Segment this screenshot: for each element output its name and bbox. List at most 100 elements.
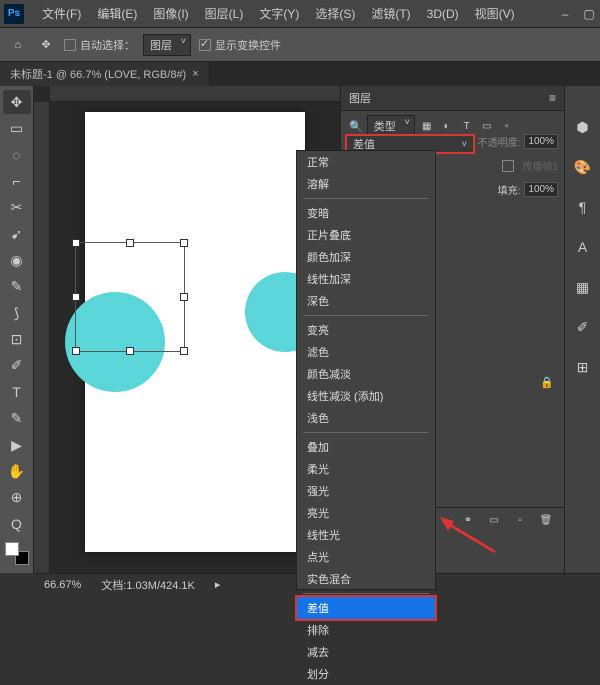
tool-pen[interactable]: ✐ bbox=[3, 354, 31, 378]
blend-item[interactable]: 柔光 bbox=[297, 458, 435, 480]
opacity-label: 不透明度: bbox=[478, 134, 521, 149]
blend-item[interactable]: 叠加 bbox=[297, 436, 435, 458]
blend-item[interactable]: 实色混合 bbox=[297, 568, 435, 590]
menu-file[interactable]: 文件(F) bbox=[34, 5, 89, 22]
menu-filter[interactable]: 滤镜(T) bbox=[363, 5, 418, 22]
menu-edit[interactable]: 编辑(E) bbox=[89, 5, 145, 22]
delete-layer-icon[interactable]: 🗑 bbox=[538, 513, 554, 529]
menu-3d[interactable]: 3D(D) bbox=[419, 7, 467, 21]
strip-paragraph-icon[interactable]: ¶ bbox=[569, 196, 597, 218]
blend-item[interactable]: 正常 bbox=[297, 151, 435, 173]
handle-top-left[interactable] bbox=[72, 239, 80, 247]
blend-item[interactable]: 变暗 bbox=[297, 202, 435, 224]
blend-item[interactable]: 滤色 bbox=[297, 341, 435, 363]
auto-select-checkbox[interactable] bbox=[64, 39, 76, 51]
handle-bottom-right[interactable] bbox=[180, 347, 188, 355]
blend-item[interactable]: 深色 bbox=[297, 290, 435, 312]
move-tool-icon[interactable]: ✥ bbox=[36, 35, 56, 55]
strip-brush-icon[interactable]: ✐ bbox=[569, 316, 597, 338]
filter-smart-icon[interactable]: ▫ bbox=[499, 118, 515, 134]
menu-view[interactable]: 视图(V) bbox=[467, 5, 523, 22]
tool-move[interactable]: ✥ bbox=[3, 90, 31, 114]
tool-marquee[interactable]: ▭ bbox=[3, 116, 31, 140]
propagate-checkbox[interactable] bbox=[502, 160, 514, 172]
tool-brush[interactable]: ✎ bbox=[3, 275, 31, 299]
tool-quickmask[interactable]: Q bbox=[3, 512, 31, 536]
document-tabs: 未标题-1 @ 66.7% (LOVE, RGB/8#) × bbox=[0, 62, 600, 86]
blend-item[interactable]: 颜色减淡 bbox=[297, 363, 435, 385]
fill-value[interactable]: 100% bbox=[524, 182, 558, 197]
auto-select-target[interactable]: 图层 bbox=[143, 34, 191, 56]
show-transform-checkbox[interactable] bbox=[199, 39, 211, 51]
menu-layer[interactable]: 图层(L) bbox=[197, 5, 252, 22]
maximize-button[interactable]: ▢ bbox=[582, 7, 596, 21]
handle-middle-left[interactable] bbox=[72, 293, 80, 301]
color-swatches[interactable] bbox=[5, 542, 29, 565]
foreground-color[interactable] bbox=[5, 542, 19, 556]
filter-shape-icon[interactable]: ▭ bbox=[479, 118, 495, 134]
tool-path[interactable]: ✎ bbox=[3, 407, 31, 431]
transform-bounding-box[interactable] bbox=[75, 242, 185, 352]
tool-crop[interactable]: ⌐ bbox=[3, 169, 31, 193]
strip-grid-icon[interactable]: ▦ bbox=[569, 276, 597, 298]
menu-image[interactable]: 图像(I) bbox=[145, 5, 196, 22]
propagate-control: 传播帧1 bbox=[502, 158, 558, 173]
status-chevron-icon[interactable]: ▸ bbox=[215, 578, 221, 591]
tool-healing[interactable]: ◉ bbox=[3, 248, 31, 272]
strip-character-icon[interactable]: A bbox=[569, 236, 597, 258]
tool-gradient[interactable]: ⊡ bbox=[3, 327, 31, 351]
strip-color-icon[interactable]: 🎨 bbox=[569, 156, 597, 178]
blend-item[interactable]: 溶解 bbox=[297, 173, 435, 195]
filter-adjust-icon[interactable]: ◐ bbox=[439, 118, 455, 134]
layers-panel-header[interactable]: 图层 ≡ bbox=[341, 86, 564, 111]
opacity-value[interactable]: 100% bbox=[524, 134, 558, 149]
handle-middle-right[interactable] bbox=[180, 293, 188, 301]
filter-text-icon[interactable]: T bbox=[459, 118, 475, 134]
blend-item[interactable]: 线性减淡 (添加) bbox=[297, 385, 435, 407]
blend-item[interactable]: 线性加深 bbox=[297, 268, 435, 290]
tool-zoom[interactable]: ⊕ bbox=[3, 486, 31, 510]
blend-item[interactable]: 亮光 bbox=[297, 502, 435, 524]
blend-item[interactable]: 线性光 bbox=[297, 524, 435, 546]
tool-slice[interactable]: ✂ bbox=[3, 196, 31, 220]
fill-control: 填充: 100% bbox=[498, 182, 558, 197]
tool-text[interactable]: T bbox=[3, 380, 31, 404]
menu-type[interactable]: 文字(Y) bbox=[251, 5, 307, 22]
blend-item[interactable]: 浅色 bbox=[297, 407, 435, 429]
blend-item[interactable]: 变亮 bbox=[297, 319, 435, 341]
minimize-button[interactable]: – bbox=[558, 7, 572, 21]
menu-select[interactable]: 选择(S) bbox=[307, 5, 363, 22]
blend-item-selected[interactable]: 差值 bbox=[295, 595, 437, 621]
blend-item[interactable]: 排除 bbox=[297, 619, 435, 641]
strip-swatches-icon[interactable]: ⬢ bbox=[569, 116, 597, 138]
tool-eyedropper[interactable]: ➹ bbox=[3, 222, 31, 246]
document-tab[interactable]: 未标题-1 @ 66.7% (LOVE, RGB/8#) × bbox=[0, 62, 210, 86]
close-tab-icon[interactable]: × bbox=[192, 68, 198, 80]
blend-item[interactable]: 减去 bbox=[297, 641, 435, 663]
handle-top-right[interactable] bbox=[180, 239, 188, 247]
document-info[interactable]: 文档:1.03M/424.1K bbox=[101, 577, 195, 593]
canvas[interactable] bbox=[85, 112, 305, 552]
blend-item[interactable]: 颜色加深 bbox=[297, 246, 435, 268]
lock-all-icon[interactable]: 🔒 bbox=[540, 376, 554, 389]
tool-lasso[interactable]: ◌ bbox=[3, 143, 31, 167]
blend-item[interactable]: 点光 bbox=[297, 546, 435, 568]
separator bbox=[303, 198, 429, 199]
new-layer-icon[interactable]: ▫ bbox=[512, 513, 528, 529]
tool-clone[interactable]: ⟆ bbox=[3, 301, 31, 325]
blend-item[interactable]: 划分 bbox=[297, 663, 435, 685]
fill-label: 填充: bbox=[498, 182, 521, 197]
strip-arrange-icon[interactable]: ⊞ bbox=[569, 356, 597, 378]
tool-hand[interactable]: ✋ bbox=[3, 459, 31, 483]
panel-menu-icon[interactable]: ≡ bbox=[549, 91, 556, 105]
handle-bottom-center[interactable] bbox=[126, 347, 134, 355]
tool-direct-select[interactable]: ▶ bbox=[3, 433, 31, 457]
home-icon[interactable]: ⌂ bbox=[8, 35, 28, 55]
handle-bottom-left[interactable] bbox=[72, 347, 80, 355]
handle-top-center[interactable] bbox=[126, 239, 134, 247]
blend-item[interactable]: 强光 bbox=[297, 480, 435, 502]
filter-pixel-icon[interactable]: ▦ bbox=[419, 118, 435, 134]
zoom-level[interactable]: 66.67% bbox=[44, 579, 81, 591]
blend-item[interactable]: 正片叠底 bbox=[297, 224, 435, 246]
options-bar: ⌂ ✥ 自动选择： 图层 显示变换控件 bbox=[0, 28, 600, 62]
